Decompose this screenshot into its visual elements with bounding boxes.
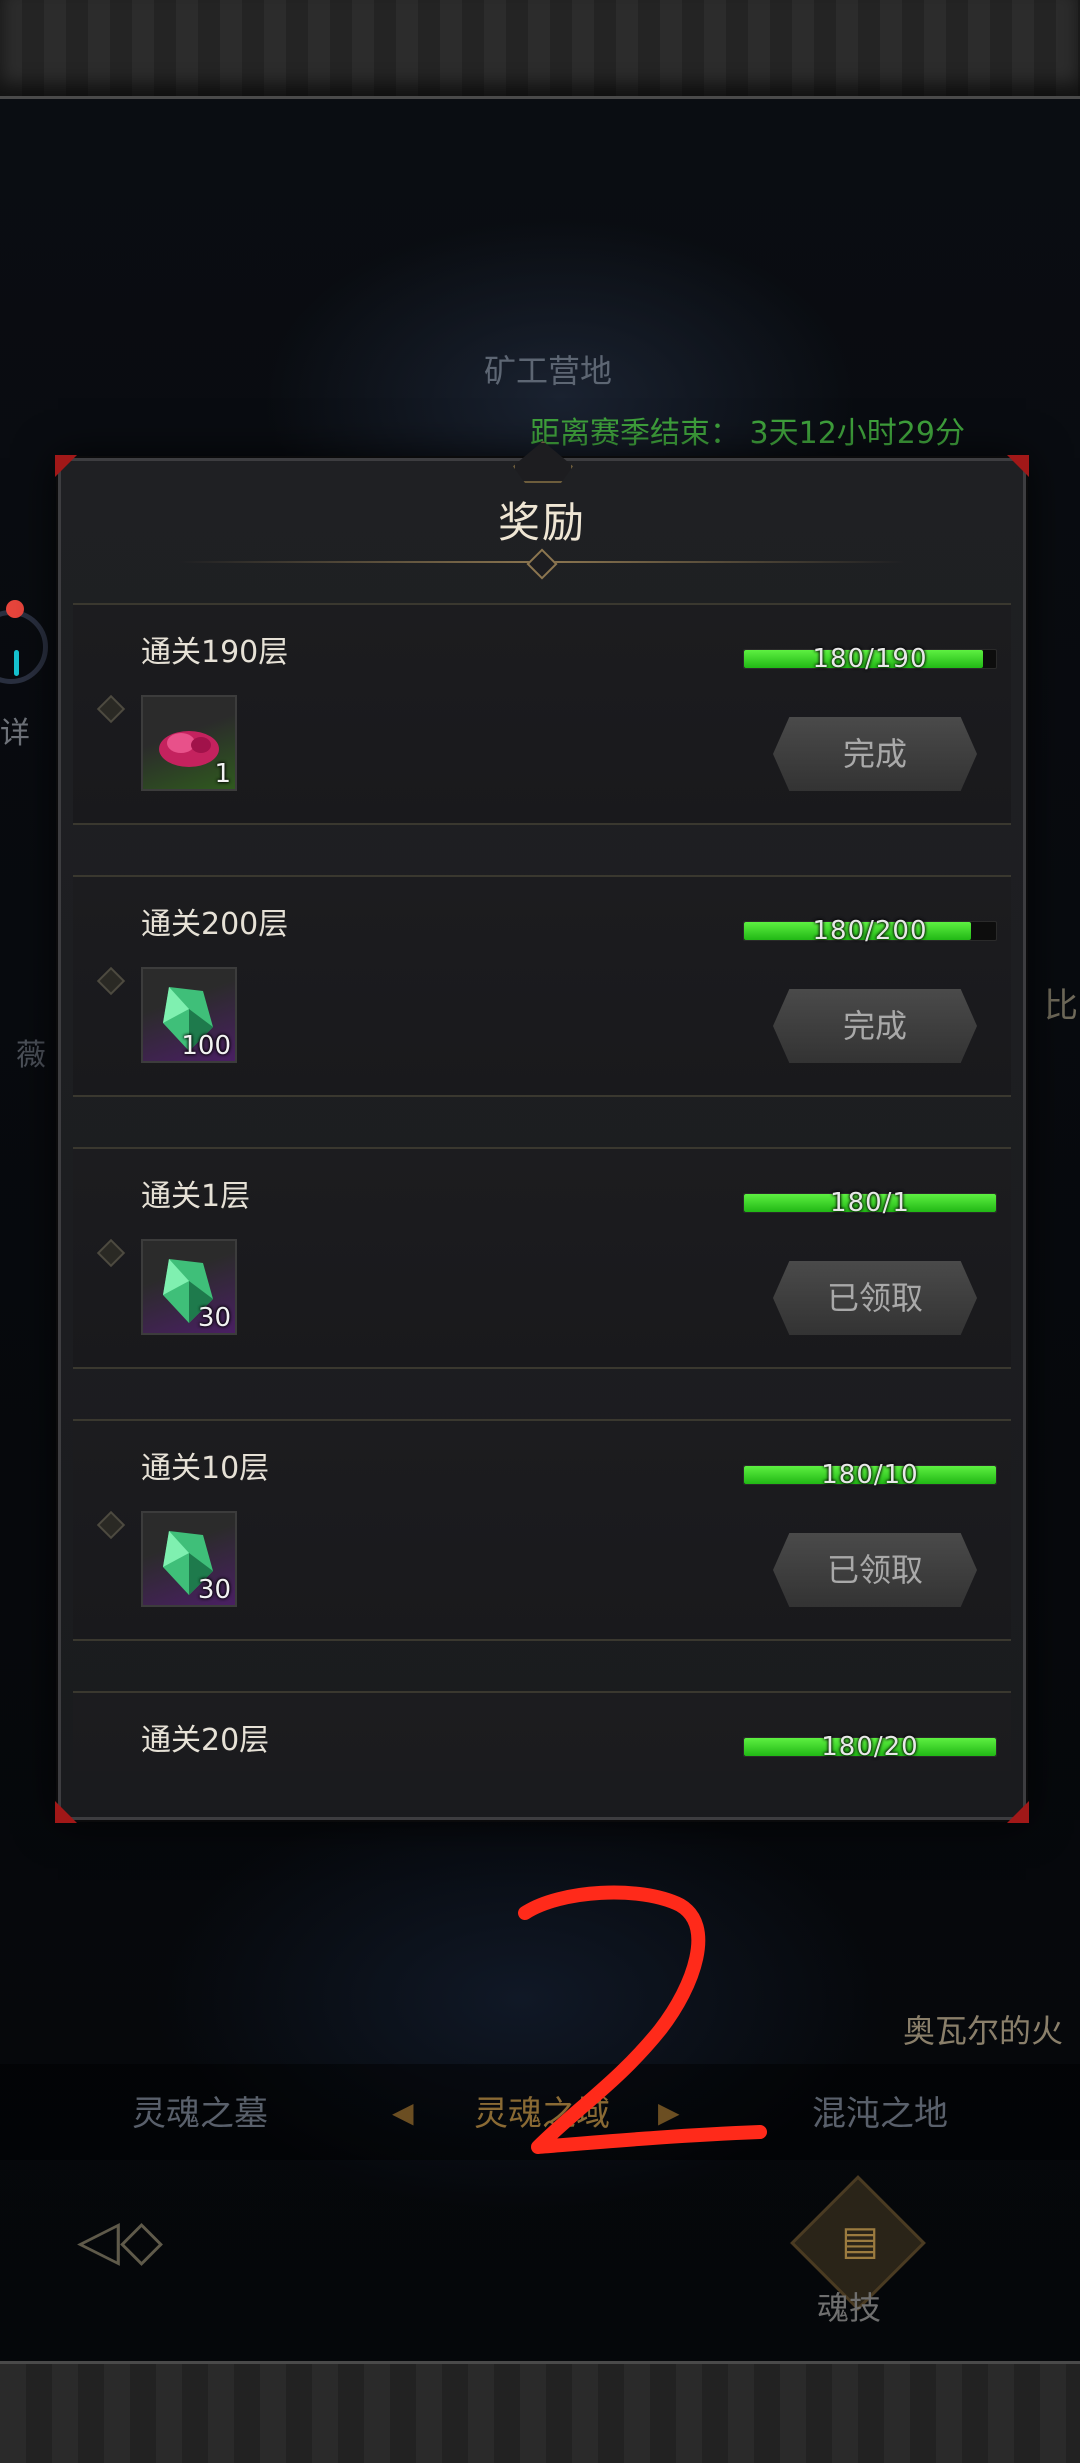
reward-row: 通关190层 180/190 1 完成 — [73, 603, 1011, 825]
progress-bar: 180/190 — [743, 644, 997, 674]
progress-bar: 180/1 — [743, 1188, 997, 1218]
reward-title: 通关200层 — [141, 907, 289, 942]
green-crystal-icon[interactable]: 100 — [141, 967, 237, 1063]
chevron-left-icon: ◀ — [392, 2096, 414, 2129]
chevron-right-icon: ▶ — [658, 2096, 680, 2129]
ring-icon — [0, 610, 48, 684]
diamond-marker-icon — [96, 1510, 126, 1540]
diamond-marker-icon — [96, 694, 126, 724]
progress-text: 180/200 — [812, 916, 928, 946]
reward-count: 30 — [197, 1575, 231, 1605]
reward-list[interactable]: 通关190层 180/190 1 完成 通关200层 180/200 100 完成 通关1层 18… — [73, 603, 1011, 1771]
diamond-ornament-icon — [526, 548, 558, 580]
side-label-right: 比 — [1044, 986, 1078, 1026]
reward-count: 30 — [197, 1303, 231, 1333]
notification-dot — [6, 600, 24, 618]
green-crystal-icon[interactable]: 30 — [141, 1511, 237, 1607]
reward-title: 通关1层 — [141, 1179, 251, 1214]
green-crystal-icon[interactable]: 30 — [141, 1239, 237, 1335]
top-border — [0, 0, 1080, 99]
reward-modal: 奖励 通关190层 180/190 1 完成 通关200层 180/200 100 完成 通关1… — [55, 441, 1029, 1823]
claimed-button[interactable]: 已领取 — [773, 1261, 977, 1335]
diamond-marker-icon — [96, 1238, 126, 1268]
ruby-ore-icon[interactable]: 1 — [141, 695, 237, 791]
reward-title: 通关10层 — [141, 1451, 270, 1486]
reward-row: 通关10层 180/10 30 已领取 — [73, 1419, 1011, 1641]
progress-text: 180/10 — [821, 1460, 919, 1490]
reward-row: 通关20层 180/20 — [73, 1691, 1011, 1771]
progress-bar: 180/20 — [743, 1732, 997, 1762]
modal-title: 奖励 — [497, 498, 586, 547]
ring-indicator — [14, 650, 19, 676]
progress-bar: 180/10 — [743, 1460, 997, 1490]
corner-ornament — [55, 455, 77, 477]
back-arrow-icon[interactable]: ◁◇ — [60, 2206, 180, 2276]
tab-chaos-land[interactable]: 混沌之地 — [812, 2086, 948, 2135]
reward-count: 1 — [214, 759, 231, 789]
camp-title: 矿工营地 — [484, 352, 613, 390]
corner-ornament — [1007, 455, 1029, 477]
reward-title: 通关20层 — [141, 1723, 270, 1758]
player-tag: 奥瓦尔的火 — [903, 2012, 1064, 2050]
tab-soul-tomb[interactable]: 灵魂之墓 — [132, 2086, 268, 2135]
tab-soul-domain[interactable]: 灵魂之域 — [474, 2086, 610, 2135]
progress-text: 180/190 — [812, 644, 928, 674]
complete-button[interactable]: 完成 — [773, 717, 977, 791]
side-label-left-2: 薇 — [16, 1038, 46, 1073]
diamond-marker-icon — [96, 966, 126, 996]
reward-row: 通关1层 180/1 30 已领取 — [73, 1147, 1011, 1369]
complete-button[interactable]: 完成 — [773, 989, 977, 1063]
side-label-left: 详 — [0, 716, 30, 751]
season-timer: 距离赛季结束： 3天12小时29分 — [530, 416, 965, 451]
reward-count: 100 — [181, 1031, 231, 1061]
corner-ornament — [1007, 1801, 1029, 1823]
skill-label: 魂技 — [817, 2289, 882, 2327]
bottom-border — [0, 2361, 1080, 2463]
corner-ornament — [55, 1801, 77, 1823]
reward-row: 通关200层 180/200 100 完成 — [73, 875, 1011, 1097]
claimed-button[interactable]: 已领取 — [773, 1533, 977, 1607]
progress-bar: 180/200 — [743, 916, 997, 946]
reward-title: 通关190层 — [141, 635, 289, 670]
progress-text: 180/1 — [830, 1188, 910, 1218]
progress-text: 180/20 — [821, 1732, 919, 1762]
